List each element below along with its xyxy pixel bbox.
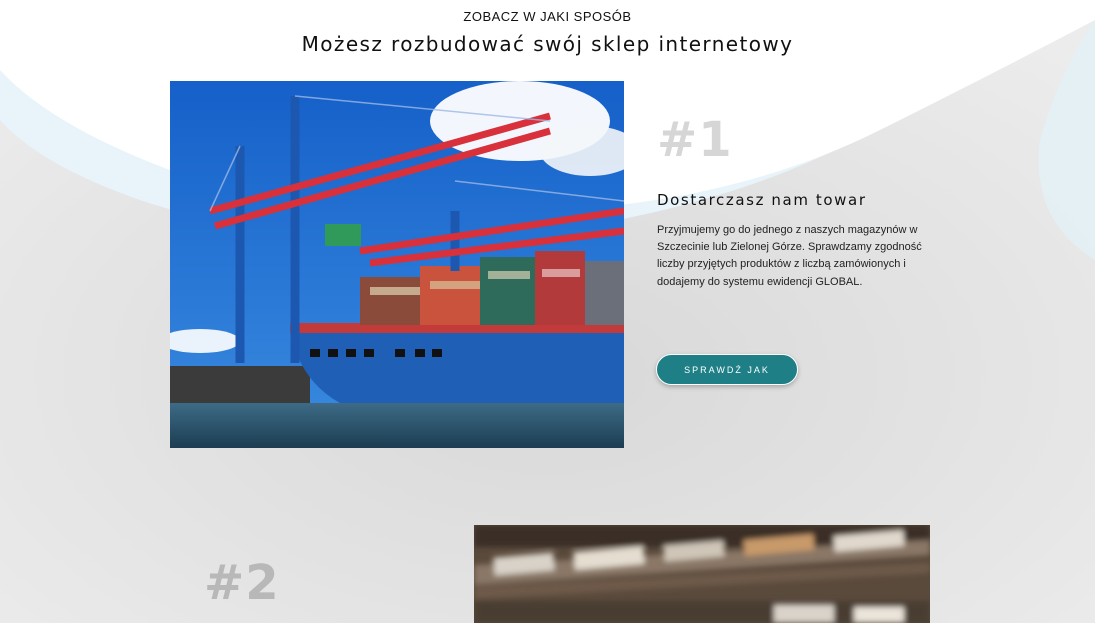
- section-title: Możesz rozbudować swój sklep internetowy: [301, 32, 794, 56]
- step-1-description: Przyjmujemy go do jednego z naszych maga…: [657, 224, 922, 288]
- container-ship-port-photo: [170, 81, 624, 448]
- section-eyebrow: ZOBACZ W JAKI SPOSÓB: [463, 9, 632, 24]
- check-how-button[interactable]: SPRAWDŹ JAK: [656, 354, 798, 385]
- step-1-number: #1: [657, 112, 733, 168]
- warehouse-shelves-photo: [474, 525, 930, 623]
- step-1-title: Dostarczasz nam towar: [657, 191, 867, 209]
- step-2-number: #2: [204, 555, 280, 611]
